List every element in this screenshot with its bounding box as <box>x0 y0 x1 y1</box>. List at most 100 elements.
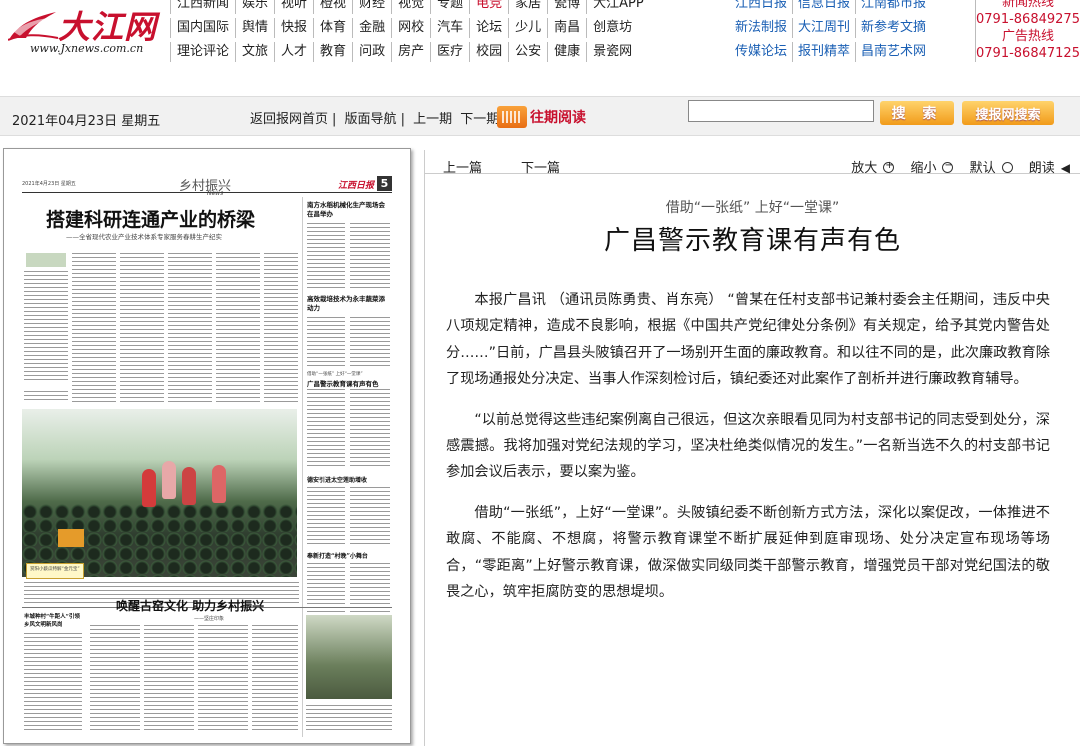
ad-hotline-number: 0791-86847125 <box>975 45 1080 62</box>
article-title: 广昌警示教育课有声有色 <box>603 226 901 256</box>
back-home-link[interactable]: 返回报网首页 <box>250 112 328 127</box>
channel-link-5[interactable]: 金融 <box>352 18 391 38</box>
thumb-side-headline-5: 奉新打造“村晚”小舞台 <box>307 553 368 560</box>
search-site-button-label: 搜报网搜索 <box>975 107 1041 123</box>
thumb-side-headline-1: 南方水稻机械化生产现场会在昌举办 <box>307 201 385 218</box>
thumb-main-subheadline: ——全省现代农业产业技术体系专家服务春耕生产纪实 <box>66 233 222 241</box>
article-paragraph: 借助“一张纸”，上好“一堂课”。头陂镇纪委不断创新方式方法，深化以案促改，一体推… <box>446 504 1050 601</box>
page-nav-link[interactable]: 版面导航 <box>345 112 397 127</box>
zoom-in-button[interactable]: 放大 <box>845 160 895 176</box>
channel-link-1[interactable]: 江西新闻 <box>170 0 235 14</box>
channel-link-4[interactable]: 橙视 <box>313 0 352 14</box>
search-button[interactable]: 搜 索 <box>880 101 954 125</box>
thumb-text-column <box>307 563 345 613</box>
channel-link-3[interactable]: 人才 <box>274 42 313 62</box>
ad-hotline-label: 广告热线 <box>975 28 1080 45</box>
channel-link-9[interactable]: 公安 <box>508 42 547 62</box>
reading-tools: 放大 缩小 默认 朗读 ◀︎ <box>839 157 1070 176</box>
channel-link-2[interactable]: 舆情 <box>235 18 274 38</box>
thumb-small-photo <box>26 253 66 267</box>
search-input[interactable] <box>688 100 874 122</box>
channel-link-11[interactable]: 景瓷网 <box>586 42 638 62</box>
channel-link-3[interactable]: 视听 <box>274 0 313 14</box>
prev-issue-link[interactable]: 上一期 <box>413 112 452 127</box>
channel-link-9[interactable]: 家居 <box>508 0 547 14</box>
channel-link-6[interactable]: 视觉 <box>391 0 430 14</box>
logo-bird-icon <box>8 12 59 41</box>
channel-link-6[interactable]: 网校 <box>391 18 430 38</box>
paper-link-2[interactable]: 信息日报 <box>792 0 855 14</box>
thumb-text-column <box>306 705 392 733</box>
thumb-text-column <box>216 253 260 403</box>
radio-icon <box>1001 162 1013 173</box>
channel-link-4[interactable]: 体育 <box>313 18 352 38</box>
channel-link-6[interactable]: 房产 <box>391 42 430 62</box>
channel-link-2[interactable]: 娱乐 <box>235 0 274 14</box>
paper-link-2[interactable]: 大江周刊 <box>792 18 855 38</box>
thumb-melon-harvest-photo <box>22 409 297 577</box>
paper-link-3[interactable]: 昌南艺术网 <box>855 42 931 62</box>
default-size-button[interactable]: 默认 <box>964 161 1013 176</box>
thumb-column-rule <box>302 197 303 737</box>
channel-link-9[interactable]: 少儿 <box>508 18 547 38</box>
thumb-kiln-photo <box>306 615 392 699</box>
channel-link-11[interactable]: 大江APP <box>586 0 650 14</box>
thumb-photo-figure <box>212 465 226 503</box>
channel-link-8[interactable]: 电竞 <box>469 0 508 14</box>
channel-link-7[interactable]: 医疗 <box>430 42 469 62</box>
next-issue-link[interactable]: 下一期 <box>460 112 499 127</box>
thumb-text-column <box>307 317 345 367</box>
channel-link-8[interactable]: 校园 <box>469 42 508 62</box>
thumb-photo-figure <box>162 461 176 499</box>
channel-link-5[interactable]: 问政 <box>352 42 391 62</box>
thumb-text-column <box>307 487 345 547</box>
channel-link-10[interactable]: 南昌 <box>547 18 586 38</box>
channel-link-8[interactable]: 论坛 <box>469 18 508 38</box>
site-logo[interactable]: 大江网 www.Jxnews.com.cn <box>8 4 168 55</box>
thumb-text-column <box>198 625 248 733</box>
issue-links: 返回报网首页| 版面导航| 上一期 下一期| <box>250 112 508 127</box>
channel-link-7[interactable]: 汽车 <box>430 18 469 38</box>
hotline-box: 新闻热线 0791-86849275 广告热线 0791-86847125 <box>975 0 1080 62</box>
paper-link-3[interactable]: 江南都市报 <box>855 0 931 14</box>
channel-link-7[interactable]: 专题 <box>430 0 469 14</box>
thumb-photo-basket <box>58 529 84 547</box>
thumb-text-column <box>307 223 345 289</box>
thumb-header-rule <box>22 192 392 193</box>
paper-link-3[interactable]: 新参考文摘 <box>855 18 931 38</box>
search-site-button[interactable]: 搜报网搜索 <box>962 101 1054 125</box>
prev-article-link[interactable]: 上一篇 <box>443 157 482 176</box>
zoom-out-button[interactable]: 缩小 <box>904 160 954 176</box>
article-toolbar: 上一篇 下一篇 放大 缩小 默认 朗读 ◀︎ <box>425 150 1080 176</box>
thumb-text-column <box>350 223 390 289</box>
next-article-link[interactable]: 下一篇 <box>521 157 560 176</box>
thumb-side-headline-3[interactable]: 广昌警示教育课有声有色 <box>307 378 379 388</box>
channel-link-5[interactable]: 财经 <box>352 0 391 14</box>
thumb-bottom-headline: 唤醒古窑文化 助力乡村振兴 <box>116 599 265 613</box>
thumb-main-headline: 搭建科研连通产业的桥梁 <box>46 209 256 231</box>
archive-label: 往期阅读 <box>530 110 586 126</box>
article-subtitle: 借助“一张纸” 上好“一堂课” <box>665 200 840 216</box>
channel-link-2[interactable]: 文旅 <box>235 42 274 62</box>
thumb-text-column <box>350 389 390 469</box>
paper-link-1[interactable]: 江西日报 <box>730 0 792 14</box>
zoom-in-label: 放大 <box>851 161 878 176</box>
channel-link-1[interactable]: 理论评论 <box>170 42 235 62</box>
paper-link-1[interactable]: 新法制报 <box>730 18 792 38</box>
channel-link-1[interactable]: 国内国际 <box>170 18 235 38</box>
paper-link-2[interactable]: 报刊精萃 <box>792 42 855 62</box>
archive-button[interactable]: 往期阅读 <box>497 105 586 129</box>
thumb-bottom-subheadline: ——坚庄印象 <box>194 616 225 622</box>
channel-link-10[interactable]: 健康 <box>547 42 586 62</box>
article-paragraph: “以前总觉得这些违纪案例离自己很远，但这次亲眼看见同为村支部书记的同志受到处分，… <box>446 411 1050 481</box>
paper-link-1[interactable]: 传媒论坛 <box>730 42 792 62</box>
newspaper-page-thumbnail[interactable]: 2021年4月23日 星期五 乡村振兴 News 江西日报 5 搭建科研连通产业… <box>3 148 411 744</box>
read-aloud-label: 朗读 <box>1028 161 1055 176</box>
channel-link-4[interactable]: 教育 <box>313 42 352 62</box>
read-aloud-button[interactable]: 朗读 ◀︎ <box>1023 161 1070 176</box>
channel-link-11[interactable]: 创意坊 <box>586 18 638 38</box>
thumb-side-headline-4: 德安引进太空莲助增收 <box>307 477 368 484</box>
channel-link-10[interactable]: 瓷博 <box>547 0 586 14</box>
channel-link-3[interactable]: 快报 <box>274 18 313 38</box>
thumb-left-headline: 丰城种村“牛距人”引领乡风文明新风尚 <box>24 614 80 628</box>
